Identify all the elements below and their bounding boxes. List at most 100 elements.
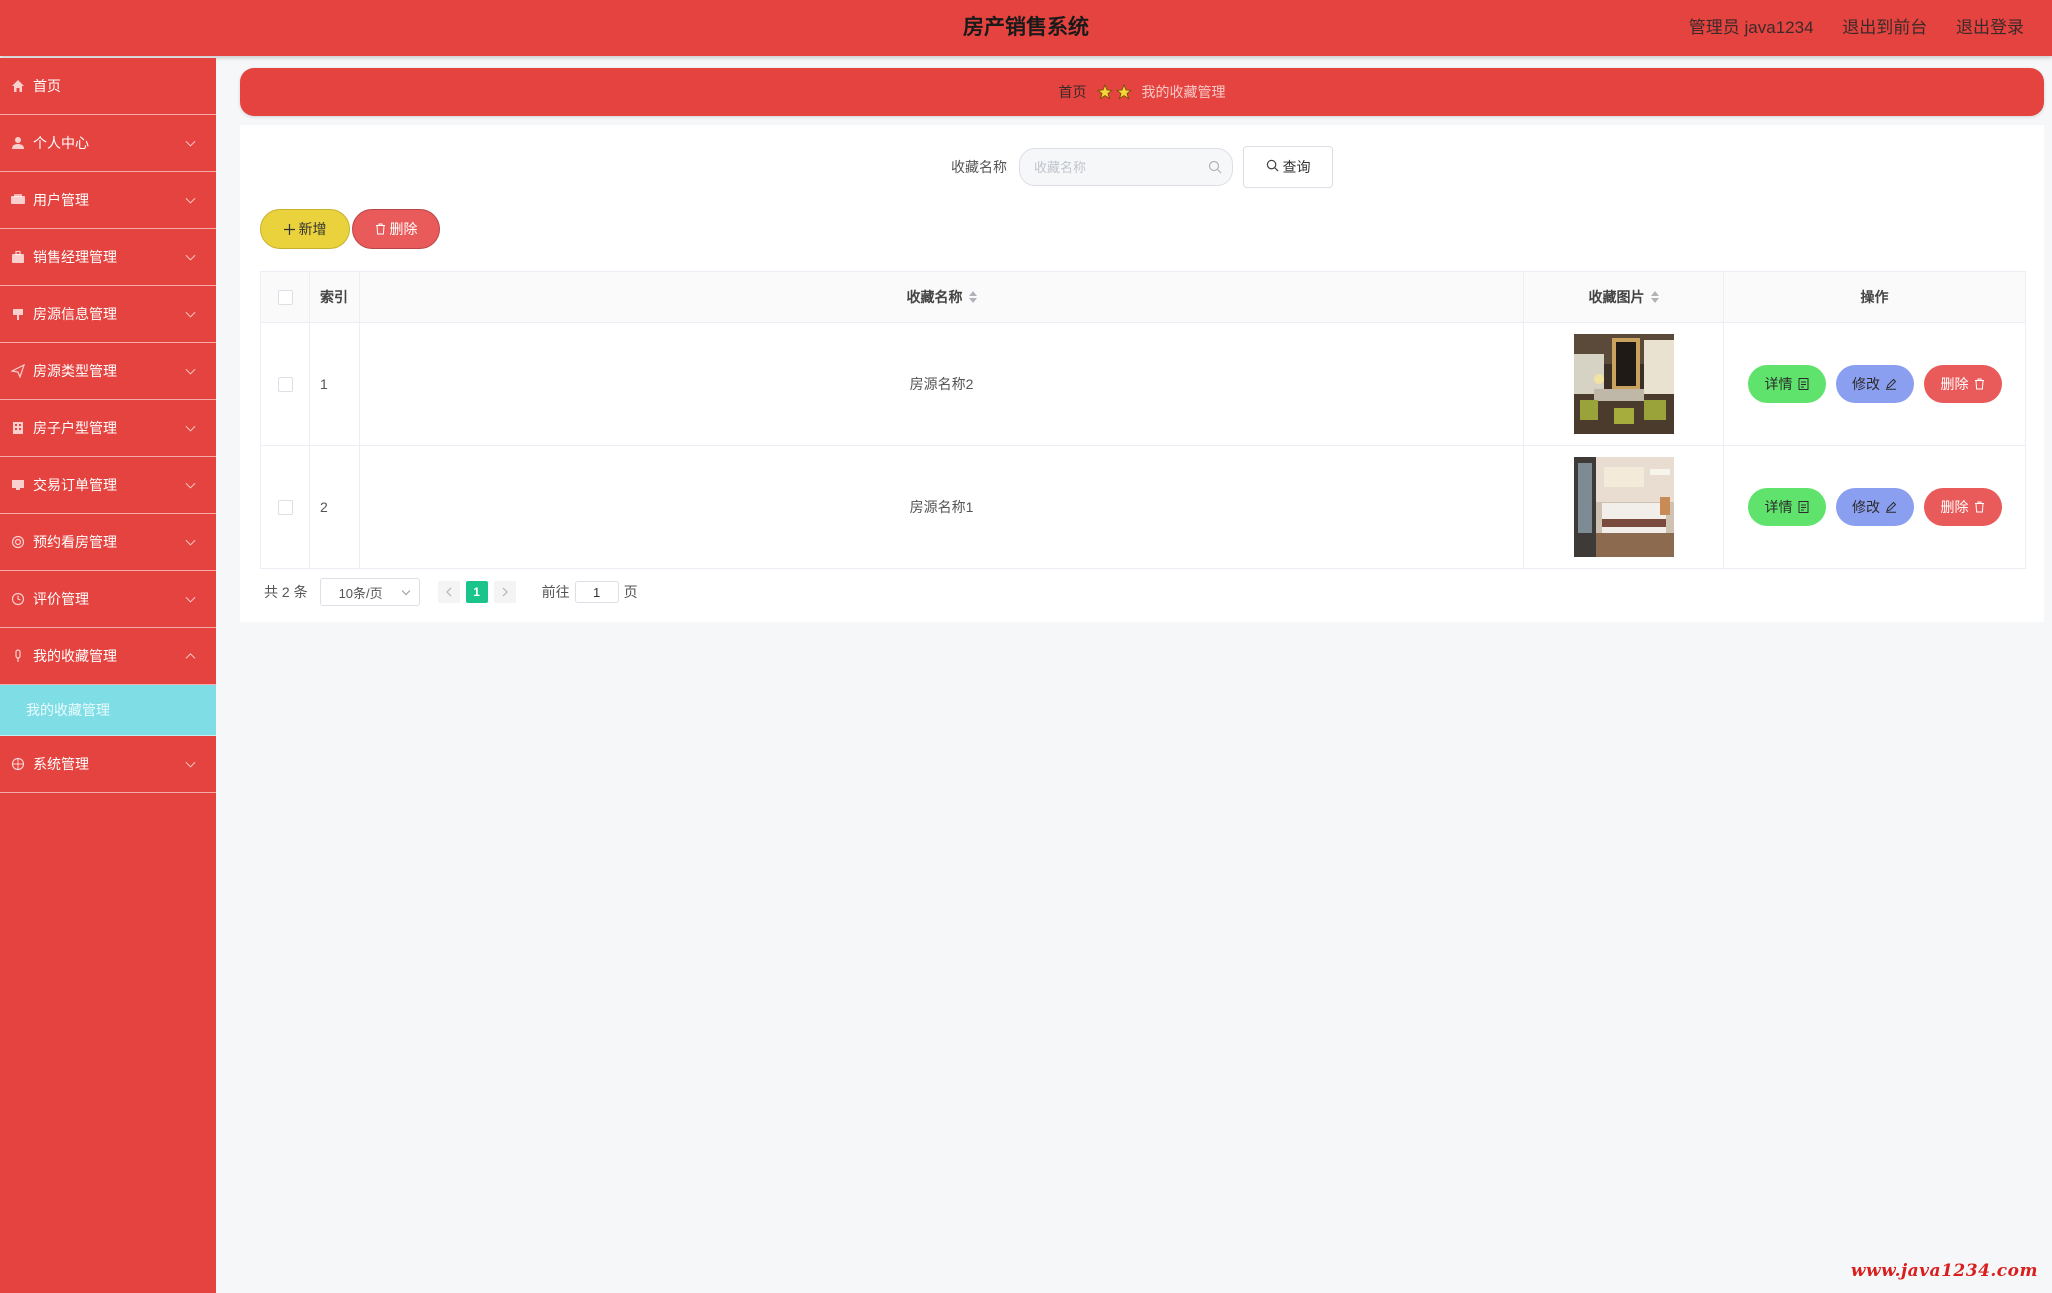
chevron-right-icon [502, 587, 508, 597]
document-icon [1798, 501, 1809, 513]
row-checkbox-cell [261, 446, 310, 568]
search-input-wrapper [1019, 148, 1233, 186]
sidebar-item-label: 我的收藏管理 [33, 648, 117, 664]
sidebar-item-label: 交易订单管理 [33, 477, 117, 493]
breadcrumb-home[interactable]: 首页 [1059, 82, 1087, 102]
page-number-current[interactable]: 1 [465, 581, 488, 603]
page-suffix: 页 [623, 584, 638, 600]
sign-icon [10, 306, 26, 322]
sort-icon[interactable] [1650, 291, 1659, 303]
row-name: 房源名称2 [360, 323, 1524, 445]
globe-icon [10, 534, 26, 550]
chevron-down-icon [185, 535, 196, 546]
row-checkbox[interactable] [277, 499, 293, 515]
column-header-name[interactable]: 收藏名称 [360, 272, 1524, 322]
row-index: 2 [310, 446, 360, 568]
sidebar: 首页 个人中心 用户管理 销售经理管理 房源信息管理 房源类型管理 房子户型管理… [0, 58, 216, 1293]
delete-button-label: 删除 [1940, 499, 1969, 515]
add-button[interactable]: 新增 [260, 209, 350, 249]
sidebar-item-label: 销售经理管理 [33, 249, 117, 265]
query-button[interactable]: 查询 [1243, 146, 1333, 188]
prev-page-button[interactable] [437, 581, 460, 603]
pagination-total: 共 2 条 [264, 584, 308, 600]
edit-button-label: 修改 [1852, 376, 1880, 392]
edit-button[interactable]: 修改 [1835, 488, 1914, 526]
table-header-row: 索引 收藏名称 收藏图片 操作 [261, 272, 2025, 323]
row-index: 1 [310, 323, 360, 445]
row-image-cell [1524, 446, 1724, 568]
sidebar-item-personal-center[interactable]: 个人中心 [0, 115, 216, 172]
column-header-actions: 操作 [1860, 289, 1889, 305]
add-button-label: 新增 [298, 221, 327, 237]
sidebar-item-trade-orders[interactable]: 交易订单管理 [0, 457, 216, 514]
chevron-down-icon [185, 193, 196, 204]
next-page-button[interactable] [493, 581, 516, 603]
submenu-item-my-favorites[interactable]: 我的收藏管理 [0, 685, 216, 736]
column-header-image-label: 收藏图片 [1588, 289, 1645, 305]
document-icon [1798, 378, 1809, 390]
sidebar-item-label: 房源信息管理 [33, 306, 117, 322]
sidebar-item-home[interactable]: 首页 [0, 58, 216, 115]
breadcrumb: 首页 我的收藏管理 [240, 68, 2044, 116]
exit-to-front-link[interactable]: 退出到前台 [1842, 18, 1927, 37]
row-checkbox-cell [261, 323, 310, 445]
sidebar-item-property-type[interactable]: 房源类型管理 [0, 343, 216, 400]
chevron-down-icon [401, 586, 410, 596]
sidebar-item-house-layout[interactable]: 房子户型管理 [0, 400, 216, 457]
edit-button-label: 修改 [1852, 499, 1880, 515]
user-icon [10, 135, 26, 151]
delete-button[interactable]: 删除 [1923, 488, 2002, 526]
sidebar-item-label: 评价管理 [33, 591, 89, 607]
sidebar-item-label: 房子户型管理 [33, 420, 117, 436]
monitor-icon [10, 477, 26, 493]
search-form: 收藏名称 查询 [240, 146, 2044, 188]
row-checkbox[interactable] [277, 376, 293, 392]
sidebar-item-viewing-appointments[interactable]: 预约看房管理 [0, 514, 216, 571]
edit-button[interactable]: 修改 [1835, 365, 1914, 403]
trash-icon [1974, 378, 1985, 390]
plus-icon [283, 223, 295, 235]
microphone-icon [10, 648, 26, 664]
chevron-down-icon [185, 757, 196, 768]
detail-button-label: 详情 [1764, 376, 1793, 392]
select-all-checkbox[interactable] [277, 289, 293, 305]
column-header-image[interactable]: 收藏图片 [1524, 272, 1724, 322]
send-icon [10, 363, 26, 379]
sidebar-item-sales-manager[interactable]: 销售经理管理 [0, 229, 216, 286]
toolbar: 新增 删除 [260, 209, 440, 249]
sidebar-item-user-management[interactable]: 用户管理 [0, 172, 216, 229]
sort-icon[interactable] [968, 291, 977, 303]
goto-page-input[interactable] [574, 581, 619, 603]
breadcrumb-separator [1096, 84, 1132, 100]
search-input[interactable] [1032, 158, 1206, 176]
chevron-down-icon [185, 421, 196, 432]
sidebar-item-my-favorites[interactable]: 我的收藏管理 [0, 628, 216, 685]
content-panel: 收藏名称 查询 新增 删除 [240, 125, 2044, 622]
favorites-table: 索引 收藏名称 收藏图片 操作 1 房源名称2 详情 修改 删除 2 房源名称1… [260, 271, 2026, 569]
row-actions: 详情 修改 删除 [1724, 446, 2025, 568]
bedroom-photo[interactable] [1573, 457, 1674, 557]
sidebar-item-label: 预约看房管理 [33, 534, 117, 550]
dining-room-photo[interactable] [1573, 334, 1674, 434]
pencil-icon [1885, 501, 1897, 513]
sidebar-item-property-info[interactable]: 房源信息管理 [0, 286, 216, 343]
logout-link[interactable]: 退出登录 [1956, 18, 2024, 37]
star-icon [1115, 84, 1132, 100]
sidebar-item-reviews[interactable]: 评价管理 [0, 571, 216, 628]
batch-delete-button[interactable]: 删除 [352, 209, 440, 249]
page-size-value: 10条/页 [338, 585, 383, 601]
chevron-down-icon [185, 592, 196, 603]
breadcrumb-current: 我的收藏管理 [1141, 84, 1226, 100]
page-size-select[interactable]: 10条/页 [319, 578, 420, 606]
table-row: 2 房源名称1 详情 修改 删除 [261, 446, 2025, 569]
sidebar-item-system[interactable]: 系统管理 [0, 736, 216, 793]
users-icon [10, 192, 26, 208]
row-image-cell [1524, 323, 1724, 445]
sidebar-item-label: 房源类型管理 [33, 363, 117, 379]
row-name: 房源名称1 [360, 446, 1524, 568]
detail-button[interactable]: 详情 [1747, 488, 1826, 526]
delete-button[interactable]: 删除 [1923, 365, 2002, 403]
detail-button[interactable]: 详情 [1747, 365, 1826, 403]
header-checkbox-cell [261, 272, 310, 322]
pagination: 共 2 条 10条/页 1 前往 页 [264, 577, 638, 607]
